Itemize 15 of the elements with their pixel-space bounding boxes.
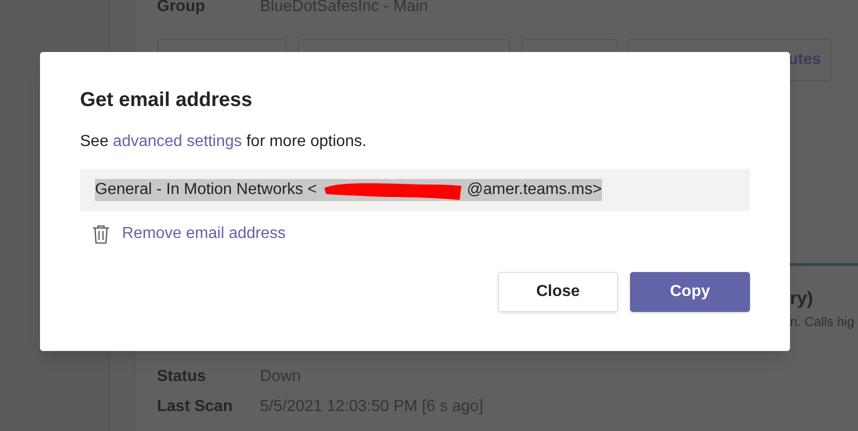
field-label: Status bbox=[157, 367, 207, 387]
field-label: Last Scan bbox=[157, 397, 234, 417]
section-heading: ry) bbox=[790, 287, 814, 310]
dialog-title: Get email address bbox=[80, 88, 254, 112]
close-button[interactable]: Close bbox=[498, 272, 618, 312]
address-text: General - In Motion Networks < bbox=[95, 181, 317, 198]
intro-text: See advanced settings for more options. bbox=[80, 132, 368, 152]
field-label: Group bbox=[157, 0, 206, 17]
copy-button[interactable]: Copy bbox=[630, 272, 750, 312]
advanced-settings-link[interactable]: advanced settings bbox=[112, 133, 242, 150]
trash-icon[interactable] bbox=[92, 224, 110, 244]
tab-underline bbox=[790, 263, 858, 266]
email-address-field[interactable]: General - In Motion Networks < @amer.teams.ms> bbox=[80, 169, 750, 211]
remove-email-link[interactable]: Remove email address bbox=[122, 222, 286, 246]
address-text: @amer.teams.ms> bbox=[466, 181, 602, 198]
